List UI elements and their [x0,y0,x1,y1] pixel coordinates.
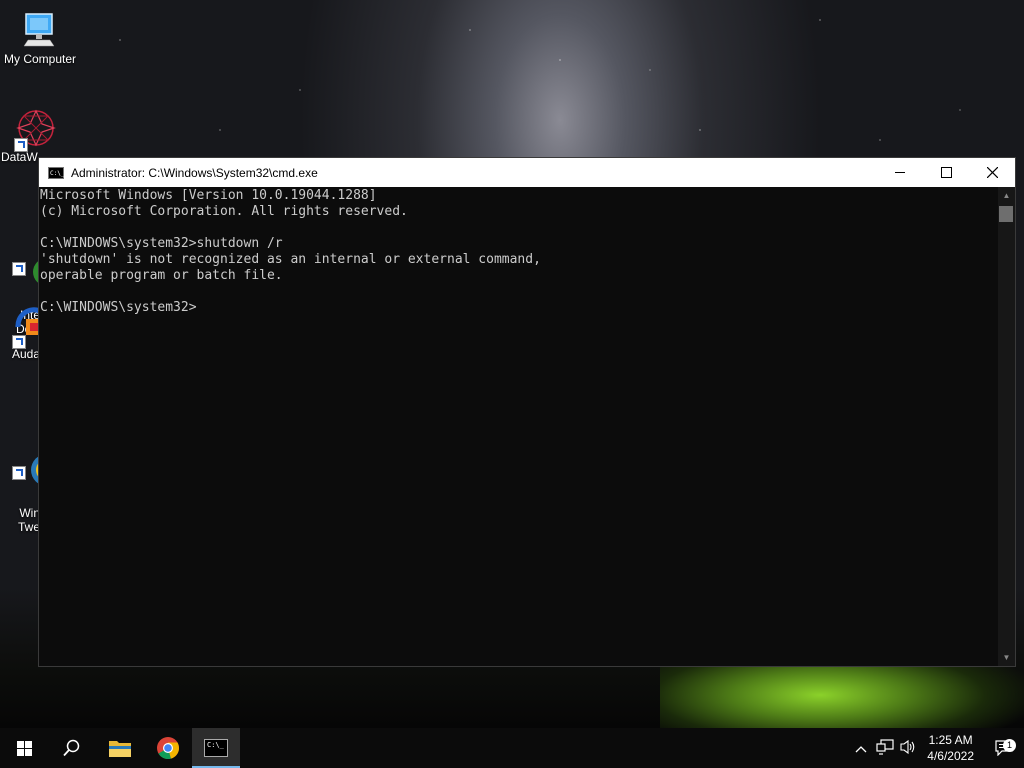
shortcut-arrow-icon [12,466,26,480]
console-line: ​ [40,220,998,236]
action-center-button[interactable]: 1 [984,739,1024,756]
folder-icon [109,741,131,757]
taskbar-chrome[interactable] [144,728,192,768]
console-output[interactable]: Microsoft Windows [Version 10.0.19044.12… [39,187,998,666]
clock-date: 4/6/2022 [927,749,974,763]
desktop-icon-tweaker[interactable]: Win Twe [0,408,40,548]
computer-icon [20,10,60,50]
desktop-icon-label: My Computer [3,52,77,66]
maximize-button[interactable] [923,158,969,187]
audacity-icon [12,305,40,349]
system-tray: 1:25 AM 4/6/2022 1 [849,728,1024,768]
chrome-icon [157,737,180,760]
search-icon [63,739,80,757]
console-line: ​ [40,284,998,300]
desktop-icon-audacity[interactable]: Auda [0,305,40,361]
cmd-icon: C:\_ [204,739,228,757]
console-line: Microsoft Windows [Version 10.0.19044.12… [40,188,377,203]
console-line: C:\WINDOWS\system32>shutdown /r [40,236,283,251]
datawrapper-icon [14,108,56,152]
shortcut-arrow-icon [12,335,26,349]
notification-count-badge: 1 [1003,739,1016,752]
network-icon[interactable] [873,738,897,758]
windows-logo-icon [16,740,32,756]
minimize-button[interactable] [877,158,923,187]
minimize-icon [895,172,905,173]
clock-time: 1:25 AM [928,733,973,747]
console-prompt[interactable]: C:\WINDOWS\system32> [40,300,998,316]
taskbar-file-explorer[interactable] [96,728,144,768]
window-titlebar[interactable]: C:\_ Administrator: C:\Windows\System32\… [39,158,1015,187]
desktop-icon-label: Auda [11,347,40,361]
console-line: operable program or batch file. [40,268,283,283]
close-icon [986,167,998,178]
download-manager-icon [12,238,40,284]
taskbar-search-button[interactable] [48,728,96,768]
console-line: (c) Microsoft Corporation. All rights re… [40,204,408,219]
close-button[interactable] [969,158,1015,187]
window-controls [877,158,1015,187]
desktop-icon-datawrapper[interactable]: DataW [0,108,78,164]
tweaker-icon [12,436,40,485]
scroll-up-arrow-icon[interactable]: ▲ [998,187,1015,204]
taskbar-cmd[interactable]: C:\_ [192,728,240,768]
scroll-down-arrow-icon[interactable]: ▼ [998,649,1015,666]
chevron-up-icon[interactable] [849,740,873,756]
taskbar: C:\_ 1:25 AM 4/6/2022 1 [0,728,1024,768]
volume-icon[interactable] [897,739,921,758]
cmd-icon: C:\_ [48,166,64,179]
cmd-window[interactable]: C:\_ Administrator: C:\Windows\System32\… [38,157,1016,667]
taskbar-clock[interactable]: 1:25 AM 4/6/2022 [927,732,974,764]
shortcut-arrow-icon [12,262,26,276]
scroll-thumb[interactable] [999,206,1013,222]
console-line: 'shutdown' is not recognized as an inter… [40,252,541,267]
desktop-icon-my-computer[interactable]: My Computer [0,10,80,66]
window-title: Administrator: C:\Windows\System32\cmd.e… [71,165,318,180]
shortcut-arrow-icon [14,138,28,152]
vertical-scrollbar[interactable]: ▲ ▼ [998,187,1015,666]
start-button[interactable] [0,728,48,768]
maximize-icon [940,167,952,178]
